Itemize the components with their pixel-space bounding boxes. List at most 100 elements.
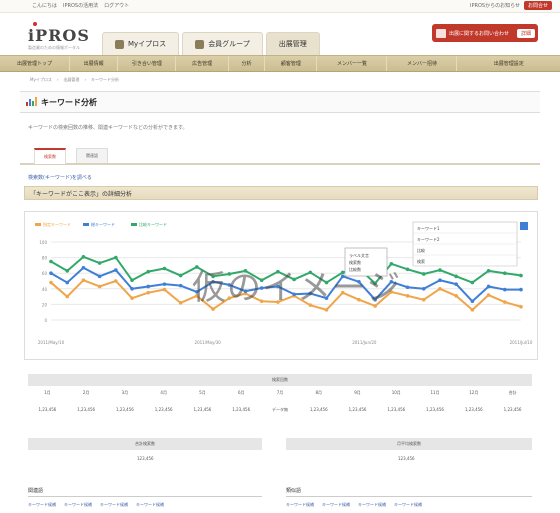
similar-header: 類似語 (286, 487, 532, 497)
related-header: 関連語 (28, 487, 262, 497)
page-description: キーワードの検索回数の推移、関連キーワードなどの分析ができます。 (28, 125, 188, 131)
group-icon (195, 39, 205, 49)
y-tick-label: 40 (42, 287, 48, 292)
tab-my-ipros[interactable]: Myイプロス (102, 32, 180, 55)
nav-item-members[interactable]: メンバー一覧 (317, 56, 388, 71)
data-point (146, 284, 151, 289)
top-links: こんにちは IPROSの活用法 ログアウト (32, 3, 129, 9)
data-point (130, 296, 134, 300)
breadcrumb-separator: › (84, 77, 87, 82)
x-tick-label: 2011/Jul/10 (510, 340, 533, 345)
detail-pill: 詳細 (516, 28, 535, 38)
month-header-cell: 5月 (199, 390, 206, 395)
data-point (146, 269, 151, 274)
month-value-cell: 1,23,456 (154, 407, 173, 412)
legend-label: 比較キーワード (139, 221, 167, 227)
keyword-link[interactable]: キーワード候補 (358, 502, 386, 508)
month-value-cell: 1,23,456 (193, 407, 212, 412)
inquiry-button[interactable]: 出展に関するお問い合わせ 詳細 (432, 24, 538, 42)
logo-tagline: 製造業のための情報ポータル (28, 45, 80, 50)
data-point (49, 271, 53, 275)
data-point (81, 265, 86, 270)
notice-link[interactable]: IPROSからのお知らせ (470, 2, 520, 9)
tab-label: Myイプロス (128, 40, 167, 48)
data-point (470, 308, 475, 312)
close-icon[interactable] (520, 222, 528, 230)
data-point (97, 261, 102, 265)
keyword-link[interactable]: キーワード候補 (136, 502, 164, 508)
month-value-cell: 1,23,456 (38, 407, 57, 412)
person-icon (115, 39, 124, 49)
keyword-link[interactable]: キーワード候補 (322, 502, 350, 508)
breadcrumb-item[interactable]: Myイプロス (30, 77, 52, 83)
keyword-link[interactable]: キーワード候補 (394, 502, 422, 508)
data-point (421, 297, 426, 302)
nav-item-customers[interactable]: 顧客管理 (265, 56, 318, 71)
similar-list: キーワード候補 キーワード候補 キーワード候補 キーワード候補 (286, 502, 422, 508)
keyword-link[interactable]: キーワード候補 (286, 502, 314, 508)
mail-icon (436, 28, 446, 38)
x-tick-label: 2011/May/30 (195, 340, 222, 345)
month-value-cell: 1,23,456 (309, 407, 328, 412)
month-header-cell: 8月 (315, 390, 323, 395)
month-header-cell: 11月 (430, 390, 440, 395)
data-point (454, 282, 458, 286)
site-logo[interactable]: iPROS (28, 26, 90, 45)
top-link-guide[interactable]: IPROSの活用法 (63, 3, 98, 9)
legend-swatch (131, 223, 137, 226)
data-point (405, 285, 410, 290)
month-header-cell: 3月 (121, 390, 129, 395)
contact-button[interactable]: お問合せ (523, 1, 552, 10)
breadcrumb-item: キーワード分析 (91, 77, 120, 82)
keyword-link[interactable]: キーワード候補 (28, 502, 56, 508)
data-point (65, 280, 70, 285)
main-nav: 出展管理トップ 出展情報 引き合い管理 広告管理 分析 顧客管理 メンバー一覧 … (0, 55, 560, 72)
data-point (454, 294, 458, 298)
data-point (405, 294, 410, 298)
data-point (130, 278, 134, 283)
summary-total-value: 123,456 (137, 456, 154, 461)
month-value-cell: 1,23,456 (426, 407, 444, 412)
table-title: 検索回数 (28, 374, 532, 386)
top-link-greeting: こんにちは (32, 3, 58, 9)
data-point (146, 290, 151, 295)
data-point (114, 279, 118, 283)
tooltip-text: ラベル文言 (349, 252, 369, 258)
nav-item-settings[interactable]: 出展管理設定 (457, 56, 560, 71)
legend-label: 総キーワード (91, 221, 115, 227)
nav-item-top[interactable]: 出展管理トップ (0, 56, 70, 71)
keyword-option: 検索 (417, 258, 425, 264)
subtab-related[interactable]: 関連語 (76, 148, 108, 163)
page-title: キーワード分析 (41, 98, 97, 107)
keyword-link[interactable]: キーワード候補 (100, 502, 128, 508)
chart-icon (26, 97, 37, 106)
breadcrumb-separator: › (56, 77, 59, 82)
month-header-row: 1月 2月 3月 4月 5月 6月 7月 8月 9月 10月 11月 12月 合計 (28, 388, 532, 398)
page-title-bar (20, 91, 540, 113)
search-count-link[interactable]: 検索数(キーワード)を調べる (28, 174, 92, 181)
subtab-search-count[interactable]: 検索数 (34, 148, 66, 164)
keyword-link[interactable]: キーワード候補 (64, 502, 92, 508)
data-point (519, 287, 523, 292)
data-point (454, 274, 458, 279)
nav-item-inquiry[interactable]: 引き合い管理 (118, 56, 177, 71)
tab-exhibit-management[interactable]: 出展管理 (265, 32, 320, 55)
month-value-row: 1,23,456 1,23,456 1,23,456 1,23,456 1,23,456… (28, 405, 532, 415)
nav-item-ads[interactable]: 広告管理 (176, 56, 229, 71)
top-link-logout[interactable]: ログアウト (104, 3, 129, 9)
breadcrumb-item[interactable]: 出展管理 (63, 77, 79, 83)
data-point (81, 278, 86, 283)
nav-item-exhibit[interactable]: 出展情報 (70, 56, 119, 71)
data-point (65, 269, 70, 273)
data-point (97, 274, 102, 279)
nav-item-invite[interactable]: メンバー招待 (387, 56, 458, 71)
month-value-cell: 1,23,456 (503, 407, 522, 412)
data-point (486, 293, 491, 297)
y-tick-label: 100 (39, 240, 47, 245)
tab-member-group[interactable]: 会員グループ (182, 32, 263, 55)
x-tick-label: 2011/May/10 (38, 340, 65, 345)
nav-item-analysis[interactable]: 分析 (229, 56, 266, 71)
legend-swatch (35, 223, 41, 226)
data-point (470, 280, 475, 285)
y-tick-label: 0 (44, 318, 47, 323)
